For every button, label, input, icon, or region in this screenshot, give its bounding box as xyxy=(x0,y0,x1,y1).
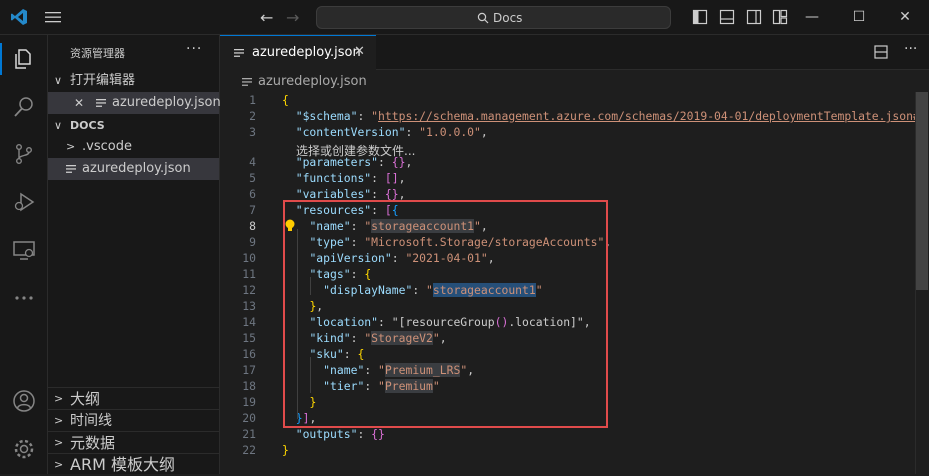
outline-section[interactable]: > 大纲 xyxy=(48,387,219,409)
docs-folder-label: DOCS xyxy=(70,119,105,132)
more-icon[interactable] xyxy=(12,286,36,310)
outline-label: 大纲 xyxy=(70,390,101,408)
code-line: 4 "parameters": {}, xyxy=(249,155,413,169)
code-line: 2 "$schema": "https://schema.management.… xyxy=(249,109,929,123)
editor-tab-bar: azuredeploy.json ✕ ··· xyxy=(220,35,929,70)
settings-gear-icon[interactable] xyxy=(12,437,36,461)
open-editors-label: 打开编辑器 xyxy=(70,73,136,88)
json-file-icon xyxy=(96,99,106,107)
open-editor-filename: azuredeploy.json xyxy=(112,95,221,110)
menu-icon[interactable] xyxy=(44,9,62,25)
json-file-icon xyxy=(234,49,244,57)
code-line: 3 "contentVersion": "1.0.0.0", xyxy=(249,125,488,139)
toggle-panel-icon[interactable] xyxy=(719,9,735,25)
close-icon[interactable]: ✕ xyxy=(890,6,920,28)
open-editor-item[interactable]: ✕ azuredeploy.json xyxy=(48,92,221,114)
sidebar-title: 资源管理器 xyxy=(70,47,125,60)
docs-file-label: azuredeploy.json xyxy=(82,161,191,176)
json-file-icon xyxy=(66,165,76,173)
highlight-box xyxy=(283,200,608,428)
metadata-label: 元数据 xyxy=(70,434,116,452)
json-file-icon xyxy=(242,78,252,86)
docs-file-item[interactable]: azuredeploy.json xyxy=(48,158,219,180)
close-icon[interactable]: ✕ xyxy=(354,44,365,59)
chevron-down-icon: ∨ xyxy=(54,74,63,87)
code-line: 5 "functions": [], xyxy=(249,171,406,185)
customize-layout-icon[interactable] xyxy=(772,9,788,25)
explorer-sidebar: 资源管理器 ··· ∨ 打开编辑器 ✕ azuredeploy.json ∨ D… xyxy=(48,35,221,475)
code-line: 21 "outputs": {} xyxy=(242,427,385,441)
breadcrumb-label: azuredeploy.json xyxy=(258,74,367,89)
explorer-icon[interactable] xyxy=(12,47,36,71)
metadata-section[interactable]: > 元数据 xyxy=(48,431,219,453)
source-control-icon[interactable] xyxy=(12,142,36,166)
arm-outline-section[interactable]: > ARM 模板大纲 xyxy=(48,453,219,475)
timeline-section[interactable]: > 时间线 xyxy=(48,409,219,431)
arrow-right-icon[interactable]: → xyxy=(286,8,299,27)
activity-bar xyxy=(0,35,48,474)
search-icon xyxy=(477,12,489,24)
active-indicator xyxy=(0,43,2,75)
command-center-search[interactable]: Docs xyxy=(316,6,671,29)
docs-folder-section[interactable]: ∨ DOCS xyxy=(48,115,219,137)
code-line: 22} xyxy=(242,443,289,457)
title-bar: ← → Docs — ☐ ✕ xyxy=(0,0,929,35)
timeline-label: 时间线 xyxy=(70,413,112,429)
remote-explorer-icon[interactable] xyxy=(12,238,36,262)
chevron-right-icon: > xyxy=(54,436,64,449)
tab-label: azuredeploy.json xyxy=(252,45,361,60)
tab-azuredeploy[interactable]: azuredeploy.json ✕ xyxy=(220,35,376,70)
split-editor-icon[interactable] xyxy=(874,45,888,59)
more-actions-icon[interactable]: ··· xyxy=(186,41,202,57)
vscode-logo-icon xyxy=(11,9,27,25)
account-icon[interactable] xyxy=(12,389,36,413)
code-line: 1{ xyxy=(249,93,289,107)
chevron-right-icon: > xyxy=(54,458,64,471)
toggle-secondary-sidebar-icon[interactable] xyxy=(746,9,762,25)
open-editors-section[interactable]: ∨ 打开编辑器 xyxy=(48,70,219,92)
scrollbar-thumb[interactable] xyxy=(916,92,928,290)
vscode-folder-item[interactable]: > .vscode xyxy=(48,136,219,158)
run-debug-icon[interactable] xyxy=(12,190,36,214)
search-text: Docs xyxy=(493,11,523,25)
chevron-right-icon: > xyxy=(54,414,64,427)
lightbulb-icon[interactable] xyxy=(284,219,296,233)
close-icon[interactable]: ✕ xyxy=(74,92,84,114)
toggle-sidebar-icon[interactable] xyxy=(692,9,708,25)
chevron-right-icon: > xyxy=(66,140,76,153)
chevron-down-icon: ∨ xyxy=(54,119,63,132)
search-icon[interactable] xyxy=(12,95,36,119)
arrow-left-icon[interactable]: ← xyxy=(260,8,273,27)
maximize-icon[interactable]: ☐ xyxy=(844,6,874,28)
more-actions-icon[interactable]: ··· xyxy=(904,41,917,57)
arm-outline-label: ARM 模板大纲 xyxy=(70,455,175,474)
chevron-right-icon: > xyxy=(54,392,64,405)
vscode-folder-label: .vscode xyxy=(82,139,132,154)
minimize-icon[interactable]: — xyxy=(797,6,827,28)
